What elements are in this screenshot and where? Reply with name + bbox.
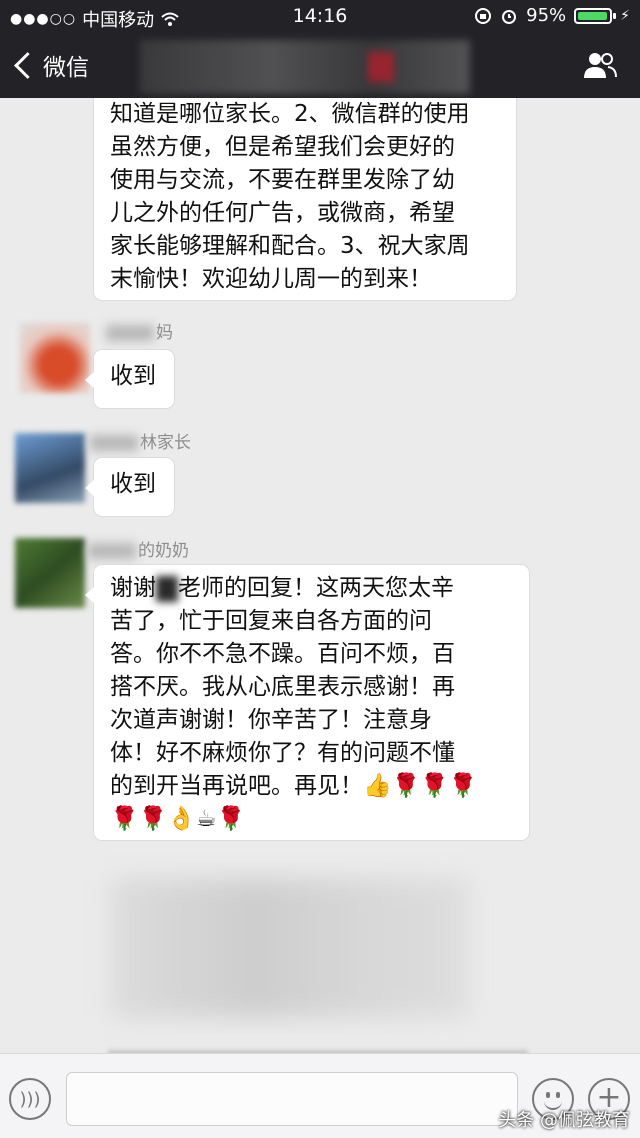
message-bubble[interactable]: 收到 <box>85 350 174 408</box>
message-bubble[interactable]: 谢谢 老师的回复！这两天您太辛 苦了，忙于回复来自各方面的问 答。你不不急不躁。百… <box>85 565 529 840</box>
alarm-icon <box>502 9 517 24</box>
sender-name: 妈 <box>106 318 173 343</box>
chat-title-redacted <box>140 40 470 94</box>
watermark: 头条 @佩弦教育 <box>498 1110 630 1131</box>
chat-area[interactable]: 知道是哪位家长。2、微信群的使用 虽然方便，但是希望我们会更好的 使用与交流，不… <box>0 98 640 1053</box>
nav-bar: 微信 <box>0 34 640 98</box>
sender-name: 的奶奶 <box>88 536 189 561</box>
voice-icon: ))) <box>19 1088 41 1110</box>
rotation-lock-icon <box>475 7 492 24</box>
battery-icon <box>574 7 617 24</box>
group-members-icon[interactable] <box>582 50 618 80</box>
charging-icon: ⚡ <box>620 7 630 24</box>
avatar[interactable] <box>15 538 85 608</box>
back-label: 微信 <box>43 55 89 81</box>
avatar[interactable] <box>20 323 90 393</box>
message-bubble[interactable]: 收到 <box>85 458 174 516</box>
sender-name: 林家长 <box>90 428 191 453</box>
message-bubble[interactable]: 知道是哪位家长。2、微信群的使用 虽然方便，但是希望我们会更好的 使用与交流，不… <box>94 98 516 300</box>
back-button[interactable]: 微信 <box>14 48 89 82</box>
status-bar: ●●●○○ 中国移动 14:16 95% ⚡ <box>0 0 640 34</box>
battery-percent: 95% <box>526 5 567 26</box>
message-input[interactable] <box>66 1072 518 1126</box>
redacted-region <box>110 878 470 1018</box>
chevron-left-icon <box>14 51 41 79</box>
voice-input-button[interactable]: ))) <box>9 1078 51 1120</box>
avatar[interactable] <box>15 433 85 503</box>
redacted-name <box>156 575 178 602</box>
top-bar: ●●●○○ 中国移动 14:16 95% ⚡ 微信 <box>0 0 640 98</box>
